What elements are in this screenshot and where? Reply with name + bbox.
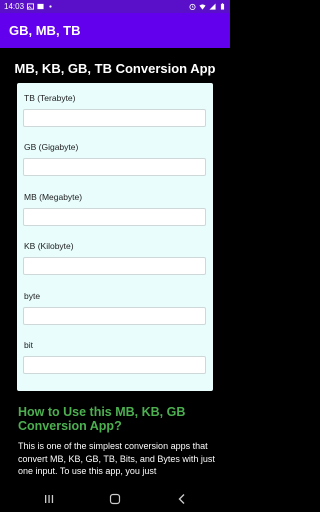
alarm-icon — [189, 3, 196, 10]
photo-icon — [37, 3, 44, 10]
kb-input[interactable] — [23, 257, 206, 275]
byte-label: byte — [24, 291, 41, 301]
app-title: GB, MB, TB — [9, 23, 81, 38]
status-bar: 14:03 — [0, 0, 230, 13]
status-time: 14:03 — [4, 2, 25, 11]
home-icon[interactable] — [109, 493, 121, 505]
signal-icon — [209, 3, 216, 10]
kb-label: KB (Kilobyte) — [24, 241, 74, 251]
howto-heading: How to Use this MB, KB, GB Conversion Ap… — [18, 405, 186, 433]
bit-input[interactable] — [23, 356, 206, 374]
dot-icon — [49, 5, 52, 8]
mb-label: MB (Megabyte) — [24, 192, 83, 202]
recents-icon[interactable] — [43, 493, 55, 505]
gallery-icon — [27, 3, 34, 10]
navigation-bar — [0, 486, 230, 512]
mb-input[interactable] — [23, 208, 206, 226]
gb-input[interactable] — [23, 158, 206, 176]
back-icon[interactable] — [176, 493, 188, 505]
tb-label: TB (Terabyte) — [24, 93, 76, 103]
tb-input[interactable] — [23, 109, 206, 127]
gb-label: GB (Gigabyte) — [24, 142, 79, 152]
howto-body: This is one of the simplest conversion a… — [18, 441, 215, 476]
battery-icon — [220, 3, 225, 10]
byte-input[interactable] — [23, 307, 206, 325]
conversion-card: TB (Terabyte) GB (Gigabyte) MB (Megabyte… — [17, 83, 213, 391]
page-heading: MB, KB, GB, TB Conversion App — [14, 61, 216, 76]
wifi-icon — [199, 4, 206, 10]
bit-label: bit — [24, 340, 33, 350]
app-bar: GB, MB, TB — [0, 13, 230, 48]
